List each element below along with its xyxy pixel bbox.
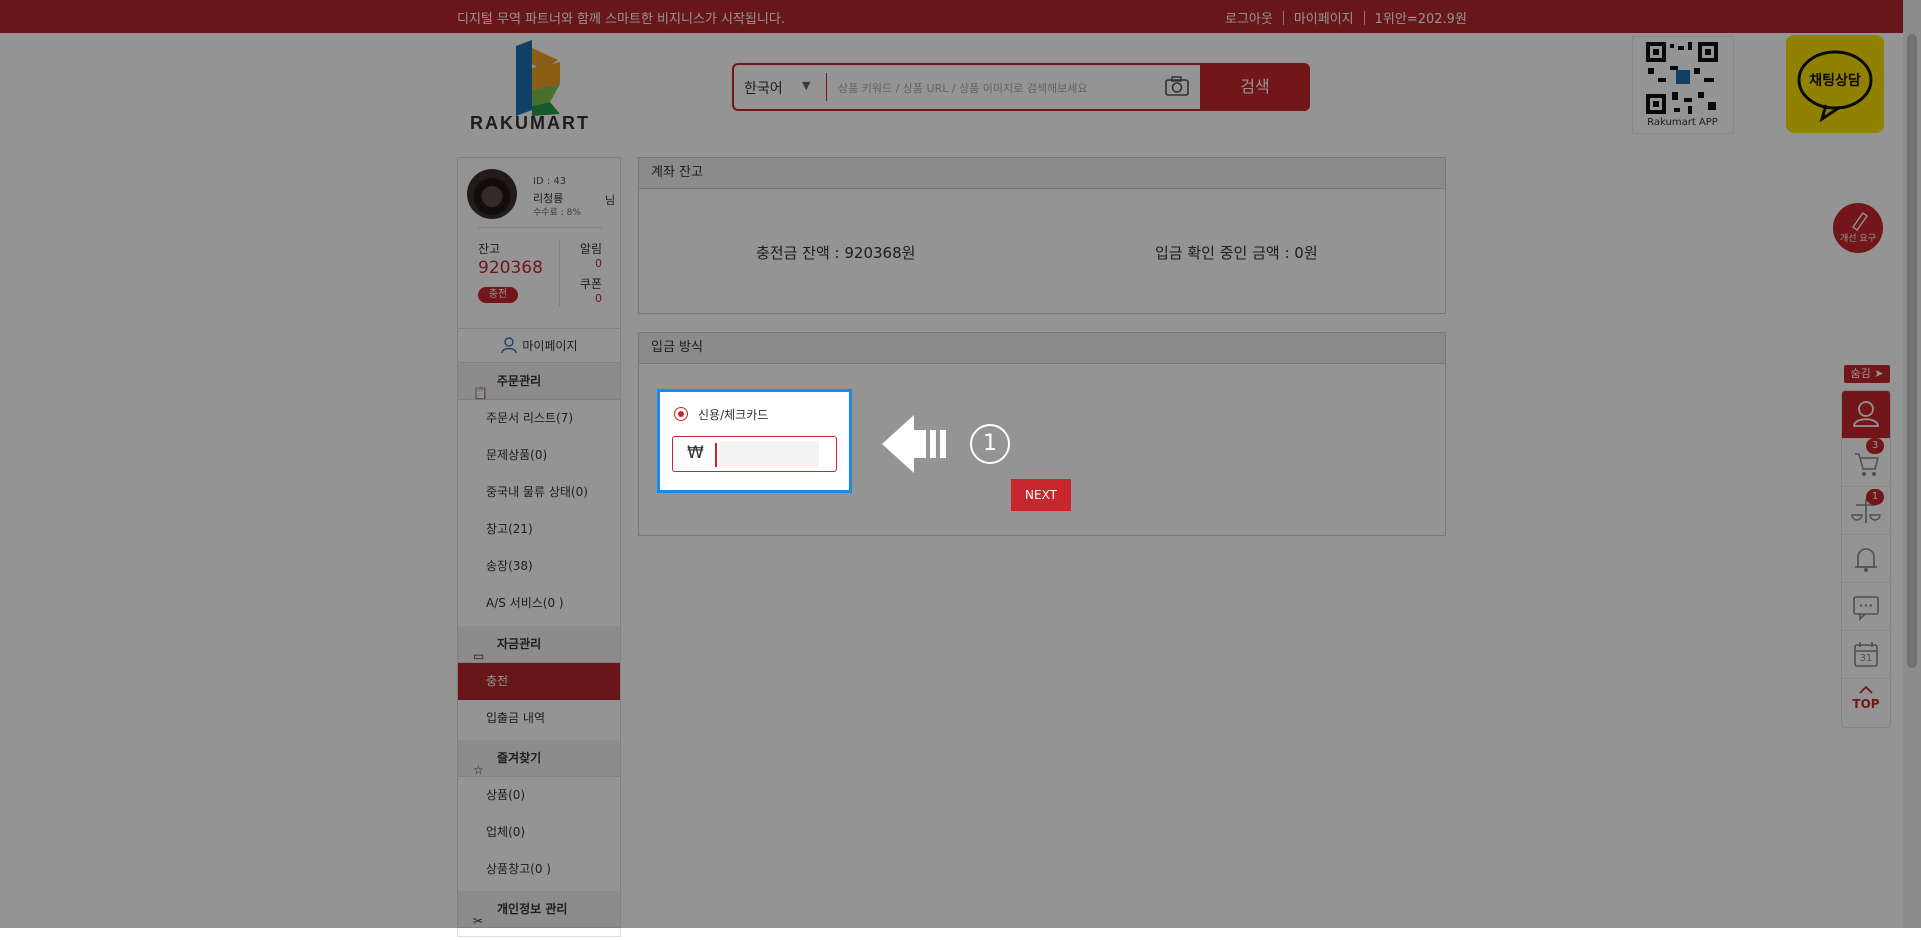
charge-balance-text: 충전금 잔액 : 920368원 [756, 244, 916, 262]
slogan-text: 디지털 무역 파트너와 함께 스마트한 비지니스가 시작됩니다. [457, 12, 785, 27]
divider [1282, 10, 1284, 25]
mypage-link[interactable]: 마이페이지 [1294, 8, 1354, 27]
user-quick-button[interactable] [1842, 391, 1890, 438]
panel-title: 입금 방식 [639, 333, 1445, 364]
section-favorites[interactable]: ☆ 즐겨찾기 [458, 740, 620, 777]
credit-card-label: 신용/체크카드 [698, 408, 769, 422]
tools-icon: ✂ [473, 914, 484, 928]
sidebar-item-china-logistics[interactable]: 중국내 물류 상태(0) [458, 474, 620, 511]
message-quick-button[interactable] [1842, 582, 1890, 630]
chevron-up-icon [1859, 685, 1873, 694]
sidebar-item-transactions[interactable]: 입출금 내역 [458, 700, 620, 737]
logo-text: RAKUMART [470, 113, 590, 133]
divider [559, 240, 560, 306]
sidebar-item-fav-products[interactable]: 상품(0) [458, 777, 620, 814]
notification-quick-button[interactable] [1842, 534, 1890, 582]
section-funds-management[interactable]: ▭ 자금관리 [458, 626, 620, 663]
alarm-count: 0 [595, 257, 602, 270]
pointer-arrow-icon [882, 415, 946, 473]
divider [826, 73, 827, 101]
cart-quick-button[interactable]: 3 [1842, 438, 1890, 486]
panel-title: 계좌 잔고 [639, 158, 1445, 189]
calendar-day: 31 [1859, 653, 1873, 664]
chat-consult-label: 채팅상담 [1809, 73, 1861, 89]
amount-input[interactable] [719, 441, 819, 467]
sidebar-item-problem-products[interactable]: 문제상품(0) [458, 437, 620, 474]
section-title: 자금관리 [497, 637, 542, 651]
sidebar-item-mypage[interactable]: 마이페이지 [458, 328, 620, 363]
page-scrollbar[interactable] [1903, 0, 1921, 928]
user-fee: 수수료 : 8% [533, 208, 581, 218]
top-links: 로그아웃 마이페이지 1위안=202.9원 [1225, 8, 1467, 27]
sidebar-item-charge[interactable]: 충전 [458, 663, 620, 700]
user-id: ID : 43 [533, 176, 567, 187]
camera-icon[interactable] [1164, 74, 1190, 98]
bell-icon [1855, 548, 1877, 572]
user-name: 리청룡 [533, 192, 564, 205]
sidebar-item-warehouse[interactable]: 창고(21) [458, 511, 620, 548]
text-cursor [715, 443, 717, 467]
balance-label: 잔고 [478, 242, 501, 256]
user-icon [1853, 401, 1879, 427]
sidebar-item-invoice[interactable]: 송장(38) [458, 548, 620, 585]
credit-card-radio[interactable] [674, 407, 688, 421]
top-bar: 디지털 무역 파트너와 함께 스마트한 비지니스가 시작됩니다. 로그아웃 마이… [0, 0, 1921, 33]
user-suffix: 님 [605, 194, 616, 207]
top-label: TOP [1852, 697, 1880, 711]
sidebar-item-label: 마이페이지 [522, 339, 578, 353]
scroll-top-button[interactable]: TOP [1842, 678, 1890, 726]
pending-amount-text: 입금 확인 중인 금액 : 0원 [1155, 244, 1318, 262]
next-button[interactable]: NEXT [1011, 479, 1071, 511]
section-title: 개인정보 관리 [497, 902, 568, 916]
search-input[interactable]: 상품 키워드 / 상품 URL / 상품 이미지로 검색해보세요 [838, 80, 1088, 96]
won-currency-icon: ₩ [687, 443, 704, 463]
right-quick-bar: 3 1 31 TOP [1841, 390, 1891, 728]
qr-code-icon [1646, 42, 1718, 114]
chat-icon [1853, 596, 1879, 621]
divider [478, 227, 602, 228]
feedback-label: 개선 요구 [1840, 234, 1876, 244]
credit-card-option-box: 신용/체크카드 ₩ [657, 389, 852, 493]
user-check-icon [501, 337, 518, 354]
account-balance-panel: 계좌 잔고 충전금 잔액 : 920368원 입금 확인 중인 금액 : 0원 [638, 157, 1446, 314]
chat-consult-button[interactable]: 채팅상담 [1786, 35, 1884, 133]
feedback-button[interactable]: 개선 요구 [1833, 203, 1883, 253]
sidebar: ID : 43 리청룡 님 수수료 : 8% 잔고 920368 충전 알림 0… [457, 157, 621, 937]
compare-count-badge: 1 [1866, 489, 1884, 505]
balance-value: 920368 [478, 258, 543, 278]
coupon-label[interactable]: 쿠폰 [578, 275, 602, 292]
step-number-badge: 1 [970, 424, 1010, 464]
section-personal-info[interactable]: ✂ 개인정보 관리 [458, 891, 620, 928]
sidebar-item-as-service[interactable]: A/S 서비스(0 ) [458, 585, 620, 622]
exchange-rate: 1위안=202.9원 [1374, 12, 1467, 27]
logout-link[interactable]: 로그아웃 [1225, 8, 1273, 27]
calendar-quick-button[interactable]: 31 [1842, 630, 1890, 678]
cart-count-badge: 3 [1866, 438, 1884, 454]
alarm-label[interactable]: 알림 [578, 240, 602, 257]
hide-sidebar-button[interactable]: 숨김 ➤ [1844, 365, 1890, 383]
chevron-down-icon[interactable]: ▼ [802, 79, 810, 92]
section-order-management[interactable]: 📋 주문관리 [458, 363, 620, 400]
charge-badge-button[interactable]: 충전 [478, 287, 518, 303]
language-select[interactable]: 한국어 [744, 78, 783, 98]
scrollbar-thumb[interactable] [1907, 34, 1917, 668]
coupon-count: 0 [595, 292, 602, 305]
section-title: 주문관리 [497, 374, 542, 388]
sidebar-item-order-list[interactable]: 주문서 리스트(7) [458, 400, 620, 437]
section-title: 즐겨찾기 [497, 751, 542, 765]
pencil-icon [1852, 212, 1868, 231]
amount-field[interactable]: ₩ [672, 436, 837, 472]
compare-quick-button[interactable]: 1 [1842, 486, 1890, 534]
divider [1363, 10, 1365, 25]
sidebar-item-fav-vendors[interactable]: 업체(0) [458, 814, 620, 851]
search-button[interactable]: 검색 [1200, 63, 1310, 111]
qr-label: Rakumart APP [1647, 117, 1718, 128]
avatar [467, 169, 517, 219]
sidebar-item-fav-warehouse[interactable]: 상품창고(0 ) [458, 851, 620, 888]
